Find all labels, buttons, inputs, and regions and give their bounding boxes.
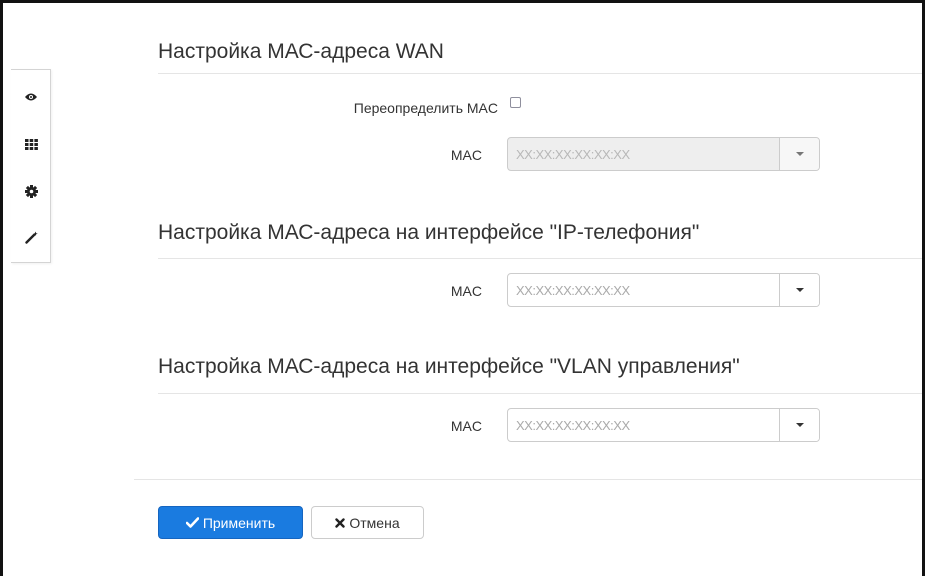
wan-mac-dropdown-button[interactable] [779,138,819,170]
section-divider [158,258,922,259]
eye-icon[interactable] [23,89,39,105]
vlan-mac-field [507,408,820,442]
vlan-mac-dropdown-button[interactable] [779,409,819,441]
check-icon [185,517,199,528]
iptel-mac-label: MAC [450,283,482,299]
vlan-section-title: Настройка МАС-адреса на интерфейсе "VLAN… [158,355,740,378]
cancel-button[interactable]: Отмена [311,506,424,539]
gear-icon[interactable] [23,183,39,199]
grid-icon[interactable] [23,136,39,152]
section-divider [158,393,922,394]
wan-section-title: Настройка МАС-адреса WAN [158,40,444,63]
iptel-mac-field [507,273,820,307]
iptel-section-title: Настройка МАС-адреса на интерфейсе "IP-т… [158,221,700,244]
caret-down-icon [795,288,804,292]
apply-button-label: Применить [202,514,276,531]
sidebar [11,69,51,263]
footer-divider [134,479,922,480]
override-mac-checkbox[interactable] [510,97,521,108]
caret-down-icon [795,423,804,427]
wan-mac-field [507,137,820,171]
override-mac-label: Переопределить MAC [353,100,498,116]
wand-icon[interactable] [23,229,39,245]
close-icon [335,517,346,528]
wan-mac-label: MAC [450,147,482,163]
iptel-mac-input[interactable] [508,274,779,306]
cancel-button-label: Отмена [349,514,400,531]
iptel-mac-dropdown-button[interactable] [779,274,819,306]
vlan-mac-label: MAC [450,418,482,434]
wan-mac-input[interactable] [508,138,779,170]
caret-down-icon [795,152,804,156]
section-divider [158,73,922,74]
vlan-mac-input[interactable] [508,409,779,441]
apply-button[interactable]: Применить [158,506,303,539]
